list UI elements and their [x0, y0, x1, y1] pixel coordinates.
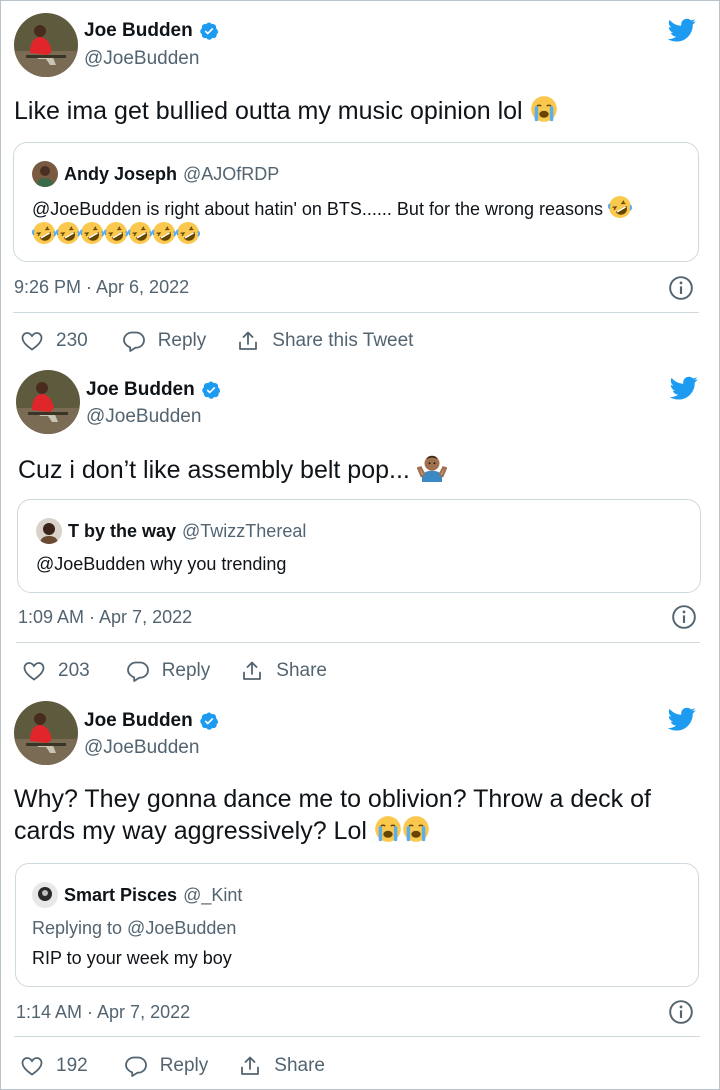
rofl-emoji [608, 195, 632, 219]
heart-icon [20, 329, 44, 353]
rofl-emoji [104, 221, 128, 245]
reply-label: Reply [157, 330, 207, 351]
tweet-text: Like ima get bullied outta my music opin… [14, 95, 558, 127]
like-button[interactable]: 230 [20, 329, 88, 353]
twitter-bird-icon[interactable] [668, 374, 700, 402]
share-icon [236, 329, 260, 353]
heart-icon [22, 659, 46, 683]
info-icon[interactable] [671, 604, 697, 630]
quote-avatar [32, 882, 58, 908]
quote-avatar [36, 518, 62, 544]
timestamp[interactable]: 1:09 AM · Apr 7, 2022 [18, 607, 192, 628]
avatar[interactable] [14, 701, 78, 765]
quote-author-handle: @TwizzThereal [182, 520, 307, 541]
quote-text: RIP to your week my boy [32, 948, 232, 968]
author-handle[interactable]: @JoeBudden [84, 737, 199, 759]
replying-to: Replying to @JoeBudden [32, 918, 237, 938]
tweet-2: Joe Budden @JoeBudden Cuz i don’t like a… [0, 360, 720, 690]
tweet-text: Why? They gonna dance me to oblivion? Th… [14, 783, 651, 847]
like-button[interactable]: 203 [22, 659, 90, 683]
divider [16, 642, 700, 643]
rofl-emoji [32, 221, 56, 245]
rofl-emoji [80, 221, 104, 245]
verified-badge-icon [199, 711, 219, 731]
quote-avatar [32, 161, 58, 187]
share-label: Share [276, 660, 327, 681]
tweet-3: Joe Budden @JoeBudden Why? They gonna da… [0, 690, 720, 1090]
action-bar: 192 Reply Share [20, 1054, 325, 1078]
share-icon [240, 659, 264, 683]
reply-label: Reply [159, 1055, 209, 1076]
avatar[interactable] [14, 13, 78, 77]
reply-icon [124, 1054, 148, 1078]
quote-author-name: Andy Joseph [64, 163, 178, 184]
divider [13, 312, 699, 313]
quote-emoji-row [32, 221, 200, 249]
share-button[interactable]: Share [238, 1054, 325, 1078]
rofl-emoji [152, 221, 176, 245]
tweet-1: Joe Budden @JoeBudden Like ima get bulli… [0, 0, 720, 360]
author-handle[interactable]: @JoeBudden [86, 406, 201, 428]
share-button[interactable]: Share this Tweet [236, 329, 413, 353]
reply-button[interactable]: Reply [124, 1054, 209, 1078]
reply-icon [122, 329, 146, 353]
like-count: 203 [58, 660, 90, 681]
share-label: Share [274, 1055, 325, 1076]
verified-badge-icon [201, 380, 221, 400]
divider [14, 1036, 700, 1037]
tweet-text-line-1: Why? They gonna dance me to oblivion? Th… [14, 785, 651, 813]
like-count: 192 [56, 1055, 88, 1076]
info-icon[interactable] [668, 999, 694, 1025]
share-button[interactable]: Share [240, 659, 327, 683]
reply-icon [126, 659, 150, 683]
author-name[interactable]: Joe Budden [84, 20, 193, 42]
share-label: Share this Tweet [272, 330, 414, 351]
quote-author-handle: @_Kint [183, 884, 243, 905]
tweet-text: Cuz i don’t like assembly belt pop... [18, 452, 447, 486]
quote-text: @JoeBudden why you trending [36, 554, 287, 574]
twitter-bird-icon[interactable] [666, 705, 698, 733]
quote-author-handle: @AJOfRDP [183, 163, 280, 184]
rofl-emoji [176, 221, 200, 245]
quote-author-name: T by the way [68, 520, 177, 541]
quote-text: @JoeBudden is right about hatin' on BTS.… [32, 195, 632, 223]
reply-button[interactable]: Reply [126, 659, 211, 683]
share-icon [238, 1054, 262, 1078]
heart-icon [20, 1054, 44, 1078]
person-shrugging-emoji [417, 452, 447, 482]
like-button[interactable]: 192 [20, 1054, 88, 1078]
timestamp[interactable]: 9:26 PM · Apr 6, 2022 [14, 277, 189, 298]
author-handle[interactable]: @JoeBudden [84, 48, 199, 70]
quoted-tweet[interactable]: Andy Joseph @AJOfRDP @JoeBudden is right… [13, 142, 699, 262]
loudly-crying-face-emoji [530, 95, 558, 123]
author-name[interactable]: Joe Budden [86, 379, 195, 401]
reply-button[interactable]: Reply [122, 329, 207, 353]
action-bar: 203 Reply Share [22, 659, 327, 683]
reply-label: Reply [161, 660, 211, 681]
quote-author-name: Smart Pisces [64, 884, 178, 905]
verified-badge-icon [199, 21, 219, 41]
quoted-tweet[interactable]: T by the way @TwizzThereal @JoeBudden wh… [17, 499, 701, 593]
tweet-text-line-2: cards my way aggressively? Lol [14, 815, 651, 847]
like-count: 230 [56, 330, 88, 351]
action-bar: 230 Reply Share this Tweet [20, 329, 413, 353]
quoted-tweet[interactable]: Smart Pisces @_Kint Replying to @JoeBudd… [15, 863, 699, 987]
rofl-emoji [56, 221, 80, 245]
avatar[interactable] [16, 370, 80, 434]
author-name[interactable]: Joe Budden [84, 710, 193, 732]
loudly-crying-face-emoji [402, 815, 430, 843]
timestamp[interactable]: 1:14 AM · Apr 7, 2022 [16, 1002, 190, 1023]
rofl-emoji [128, 221, 152, 245]
twitter-bird-icon[interactable] [666, 16, 698, 44]
loudly-crying-face-emoji [374, 815, 402, 843]
info-icon[interactable] [668, 275, 694, 301]
